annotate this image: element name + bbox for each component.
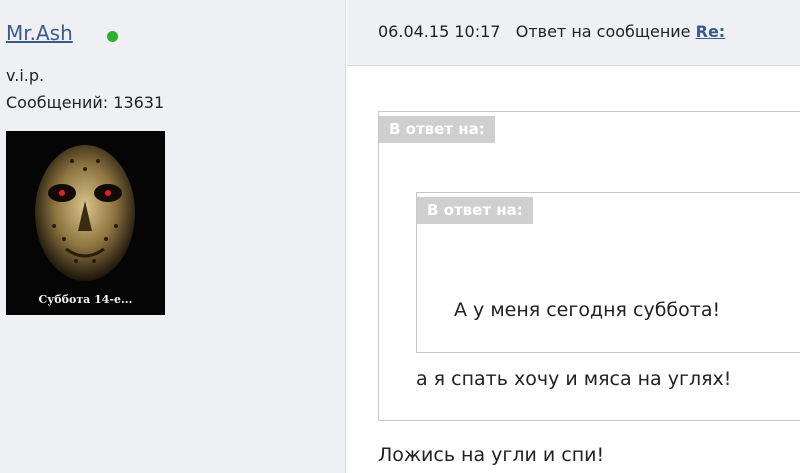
post-header: 06.04.15 10:17 Ответ на сообщение Re: [347,0,800,66]
post-message: Ложись на угли и спи! [378,444,605,466]
quote-inner-label: В ответ на: [417,197,533,224]
user-rank: v.i.p. [6,66,45,85]
online-status-icon [107,31,118,42]
quote-inner: В ответ на: А у меня сегодня суббота! [416,192,800,353]
avatar[interactable]: Суббота 14-е... [6,131,165,315]
username-link[interactable]: Mr.Ash [6,21,73,45]
quote-outer: В ответ на: В ответ на: А у меня сегодня… [378,111,800,421]
post-count: Сообщений: 13631 [6,93,165,112]
quote-inner-text: А у меня сегодня суббота! [454,299,721,321]
reply-to-link[interactable]: Re: [696,22,726,41]
post-datetime: 06.04.15 10:17 [378,22,501,41]
avatar-caption: Суббота 14-е... [38,293,133,306]
quote-outer-text: а я спать хочу и мяса на углях! [416,368,732,390]
post-meta: 06.04.15 10:17 Ответ на сообщение Re: [378,22,725,41]
quote-outer-label: В ответ на: [379,116,495,143]
reply-prefix: Ответ на сообщение [515,22,691,41]
hockey-mask-icon [6,131,165,315]
user-sidebar: Mr.Ash v.i.p. Сообщений: 13631 Суббота 1… [0,0,346,473]
